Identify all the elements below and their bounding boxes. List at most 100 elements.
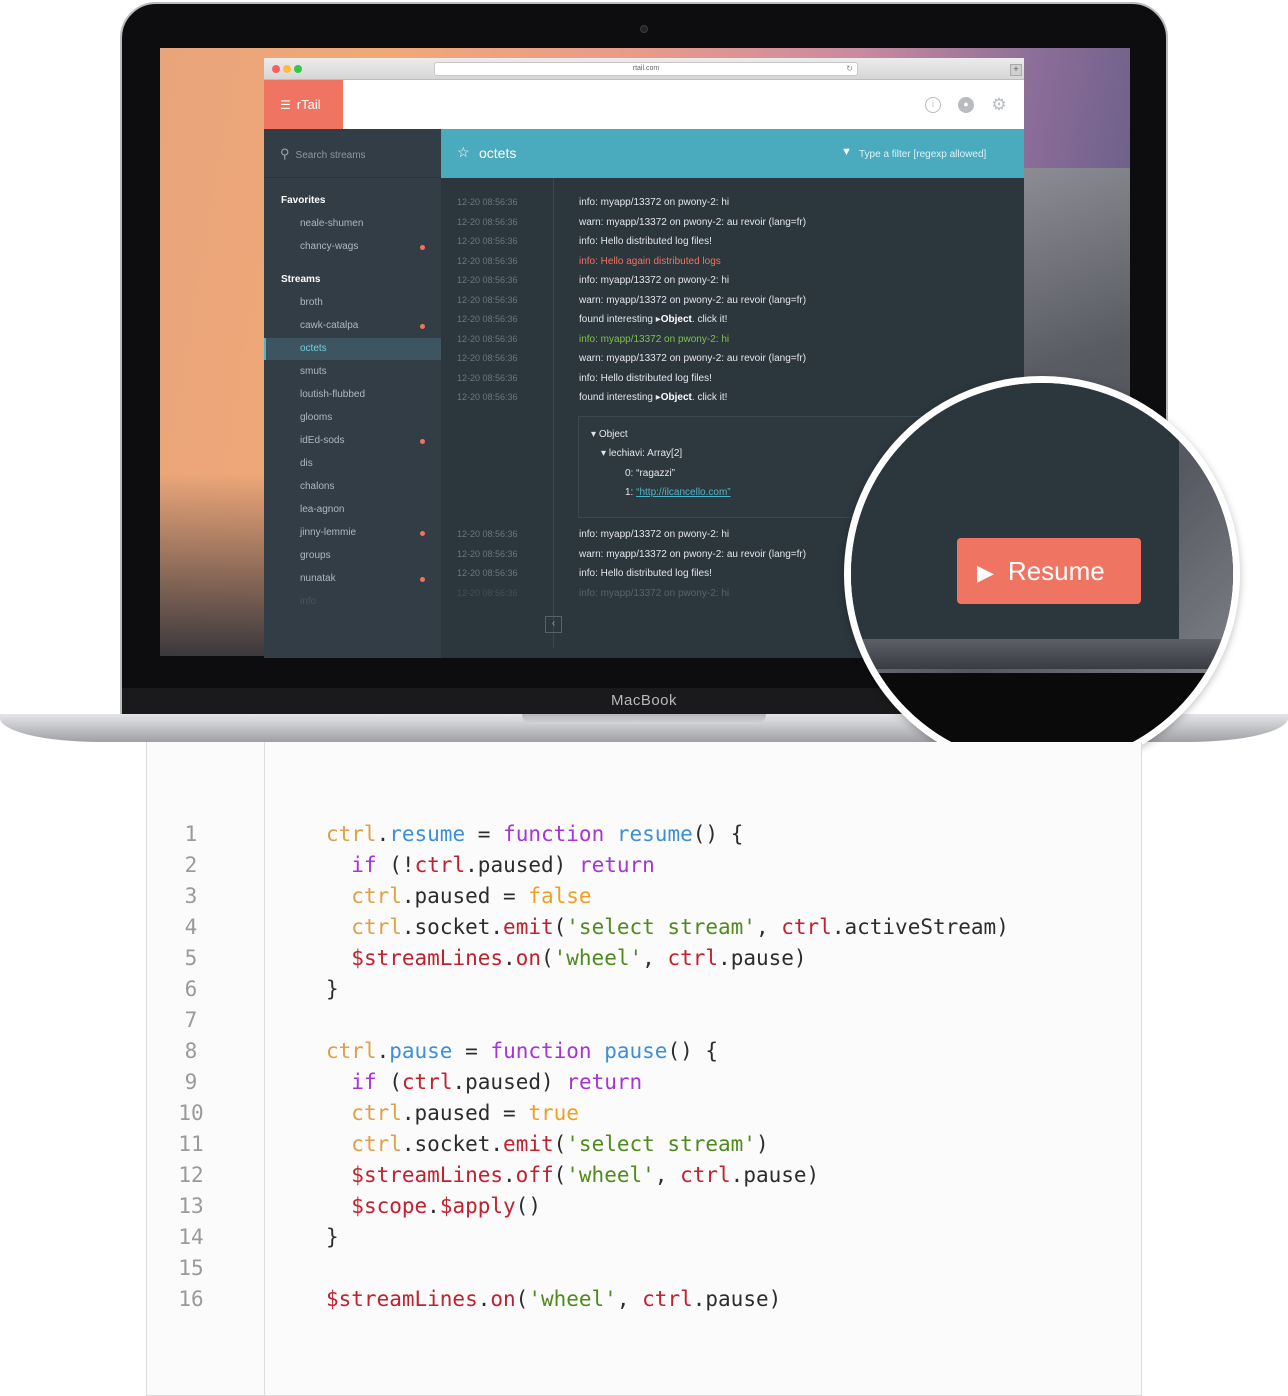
sidebar-item-groups[interactable]: groups <box>264 545 441 567</box>
object-item-0: 0: “ragazzi” <box>625 468 676 479</box>
log-text: warn: myapp/13372 on pwony-2: au revoir … <box>579 353 807 364</box>
new-tab-button[interactable]: + <box>1010 64 1022 76</box>
reload-icon[interactable]: ↻ <box>846 63 853 75</box>
github-icon[interactable]: ● <box>958 97 974 113</box>
log-line[interactable]: info: myapp/13372 on pwony-2: hi <box>579 588 729 599</box>
sidebar-item-label: octets <box>300 343 327 354</box>
object-item-1-link[interactable]: “http://ilcancello.com” <box>636 487 730 498</box>
sidebar-item-label: idEd-sods <box>300 435 345 446</box>
expand-arrow-icon[interactable]: ▸ <box>653 314 661 325</box>
log-text: info: myapp/13372 on pwony-2: hi <box>579 197 730 208</box>
resume-label: Resume <box>1007 556 1105 586</box>
line-number: 3 <box>184 884 198 908</box>
log-line[interactable]: info: myapp/13372 on pwony-2: hi <box>579 529 729 540</box>
log-timestamp: 12-20 08:56:36 <box>457 392 518 402</box>
app-header: ☰ rTail i ● ⚙ <box>264 80 1024 129</box>
play-icon: ▶ <box>977 560 994 585</box>
log-text: info: Hello distributed log files! <box>579 372 712 384</box>
sidebar-item-glooms[interactable]: glooms <box>264 407 441 429</box>
log-line[interactable]: info: Hello again distributed logs <box>579 256 721 267</box>
menu-icon[interactable]: ☰ <box>280 98 291 112</box>
log-object-tag[interactable]: Object <box>661 314 692 325</box>
minimize-window-button[interactable] <box>283 65 291 73</box>
log-object-tag[interactable]: Object <box>661 392 692 403</box>
code-line: $streamLines.on('wheel', ctrl.pause) <box>351 946 807 970</box>
sidebar-item-chalons[interactable]: chalons <box>264 476 441 498</box>
log-line[interactable]: info: myapp/13372 on pwony-2: hi <box>579 197 729 208</box>
code-line: if (ctrl.paused) return <box>351 1070 643 1094</box>
sidebar-item-label: chalons <box>300 481 335 492</box>
log-timestamp: 12-20 08:56:36 <box>457 353 518 363</box>
sidebar-item-label: info <box>300 596 317 607</box>
maximize-window-button[interactable] <box>294 65 302 73</box>
expand-arrow-icon[interactable]: ▸ <box>653 392 661 403</box>
sidebar-item-info[interactable]: info <box>264 591 441 613</box>
log-line[interactable]: info: Hello distributed log files! <box>579 568 712 579</box>
log-text: found interesting <box>579 392 653 403</box>
star-icon[interactable]: ☆ <box>457 144 470 161</box>
code-line: $streamLines.on('wheel', ctrl.pause) <box>326 1287 782 1311</box>
sidebar-item-smuts[interactable]: smuts <box>264 361 441 383</box>
resume-button[interactable]: ▶ Resume <box>957 538 1141 604</box>
sidebar-item-jinny-lemmie[interactable]: jinny-lemmie <box>264 522 441 544</box>
object-root[interactable]: ▾ Object <box>591 429 628 440</box>
log-line[interactable]: warn: myapp/13372 on pwony-2: au revoir … <box>579 217 806 228</box>
sidebar-item-label: loutish-flubbed <box>300 389 366 400</box>
object-key[interactable]: ▾ lechiavi: Array[2] <box>601 448 682 459</box>
filter-input[interactable] <box>859 144 1019 164</box>
log-line[interactable]: found interesting ▸Object. click it! <box>579 314 727 325</box>
collapse-sidebar-button[interactable]: ‹ <box>545 616 562 633</box>
sidebar-item-octets[interactable]: octets <box>264 338 441 360</box>
unread-dot <box>420 577 425 582</box>
sidebar-item-loutish-flubbed[interactable]: loutish-flubbed <box>264 384 441 406</box>
unread-dot <box>420 439 425 444</box>
log-text: warn: myapp/13372 on pwony-2: au revoir … <box>579 216 807 228</box>
log-timestamp: 12-20 08:56:36 <box>457 255 518 266</box>
log-text: info: myapp/13372 on pwony-2: hi <box>579 587 730 599</box>
line-number: 10 <box>178 1101 204 1125</box>
log-line[interactable]: info: myapp/13372 on pwony-2: hi <box>579 334 729 345</box>
log-line[interactable]: info: Hello distributed log files! <box>579 373 712 384</box>
log-line[interactable]: warn: myapp/13372 on pwony-2: au revoir … <box>579 549 806 560</box>
sidebar-item-label: glooms <box>300 412 333 423</box>
log-line[interactable]: info: myapp/13372 on pwony-2: hi <box>579 275 729 286</box>
log-suffix: . click it! <box>691 392 728 403</box>
log-timestamp: 12-20 08:56:36 <box>457 529 518 539</box>
streams-title: Streams <box>281 274 321 285</box>
log-line[interactable]: info: Hello distributed log files! <box>579 236 712 247</box>
stream-header: ☆ octets ▼ <box>441 129 1024 178</box>
line-number: 5 <box>184 946 198 970</box>
sidebar-item-label: lea-agnon <box>300 504 345 515</box>
sidebar-item-broth[interactable]: broth <box>264 292 441 314</box>
browser-titlebar: rtail.com ↻ + <box>264 58 1024 80</box>
search-streams[interactable]: ⚲ Search streams <box>264 129 441 178</box>
sidebar-item-dis[interactable]: dis <box>264 453 441 475</box>
sidebar-item-lea-agnon[interactable]: lea-agnon <box>264 499 441 521</box>
favorites-title: Favorites <box>281 195 326 206</box>
code-line: ctrl.pause = function pause() { <box>326 1039 719 1063</box>
close-window-button[interactable] <box>272 65 280 73</box>
address-bar[interactable]: rtail.com ↻ <box>434 62 858 76</box>
app-logo[interactable]: ☰ rTail <box>264 80 343 129</box>
line-number: 12 <box>178 1163 204 1187</box>
log-line[interactable]: warn: myapp/13372 on pwony-2: au revoir … <box>579 353 806 364</box>
log-timestamp: 12-20 08:56:36 <box>457 333 518 344</box>
code-line: ctrl.socket.emit('select stream') <box>351 1132 769 1156</box>
code-line: ctrl.socket.emit('select stream', ctrl.a… <box>351 915 1009 939</box>
sidebar-item-chancy-wags[interactable]: chancy-wags <box>264 236 441 258</box>
log-timestamp: 12-20 08:56:36 <box>457 314 518 324</box>
stream-title: octets <box>479 145 517 161</box>
object-key-label: lechiavi: Array[2] <box>608 448 683 459</box>
line-number: 15 <box>178 1256 204 1280</box>
log-timestamp: 12-20 08:56:36 <box>457 275 518 285</box>
sidebar-item-cawk-catalpa[interactable]: cawk-catalpa <box>264 315 441 337</box>
info-icon[interactable]: i <box>925 97 941 113</box>
log-text: info: Hello again distributed logs <box>579 255 721 267</box>
log-line[interactable]: found interesting ▸Object. click it! <box>579 392 727 403</box>
log-line[interactable]: warn: myapp/13372 on pwony-2: au revoir … <box>579 295 806 306</box>
gear-icon[interactable]: ⚙ <box>991 96 1007 113</box>
sidebar-item-idEd-sods[interactable]: idEd-sods <box>264 430 441 452</box>
sidebar-item-nunatak[interactable]: nunatak <box>264 568 441 590</box>
sidebar-item-neale-shumen[interactable]: neale-shumen <box>264 213 441 235</box>
log-timestamp: 12-20 08:56:36 <box>457 294 518 305</box>
